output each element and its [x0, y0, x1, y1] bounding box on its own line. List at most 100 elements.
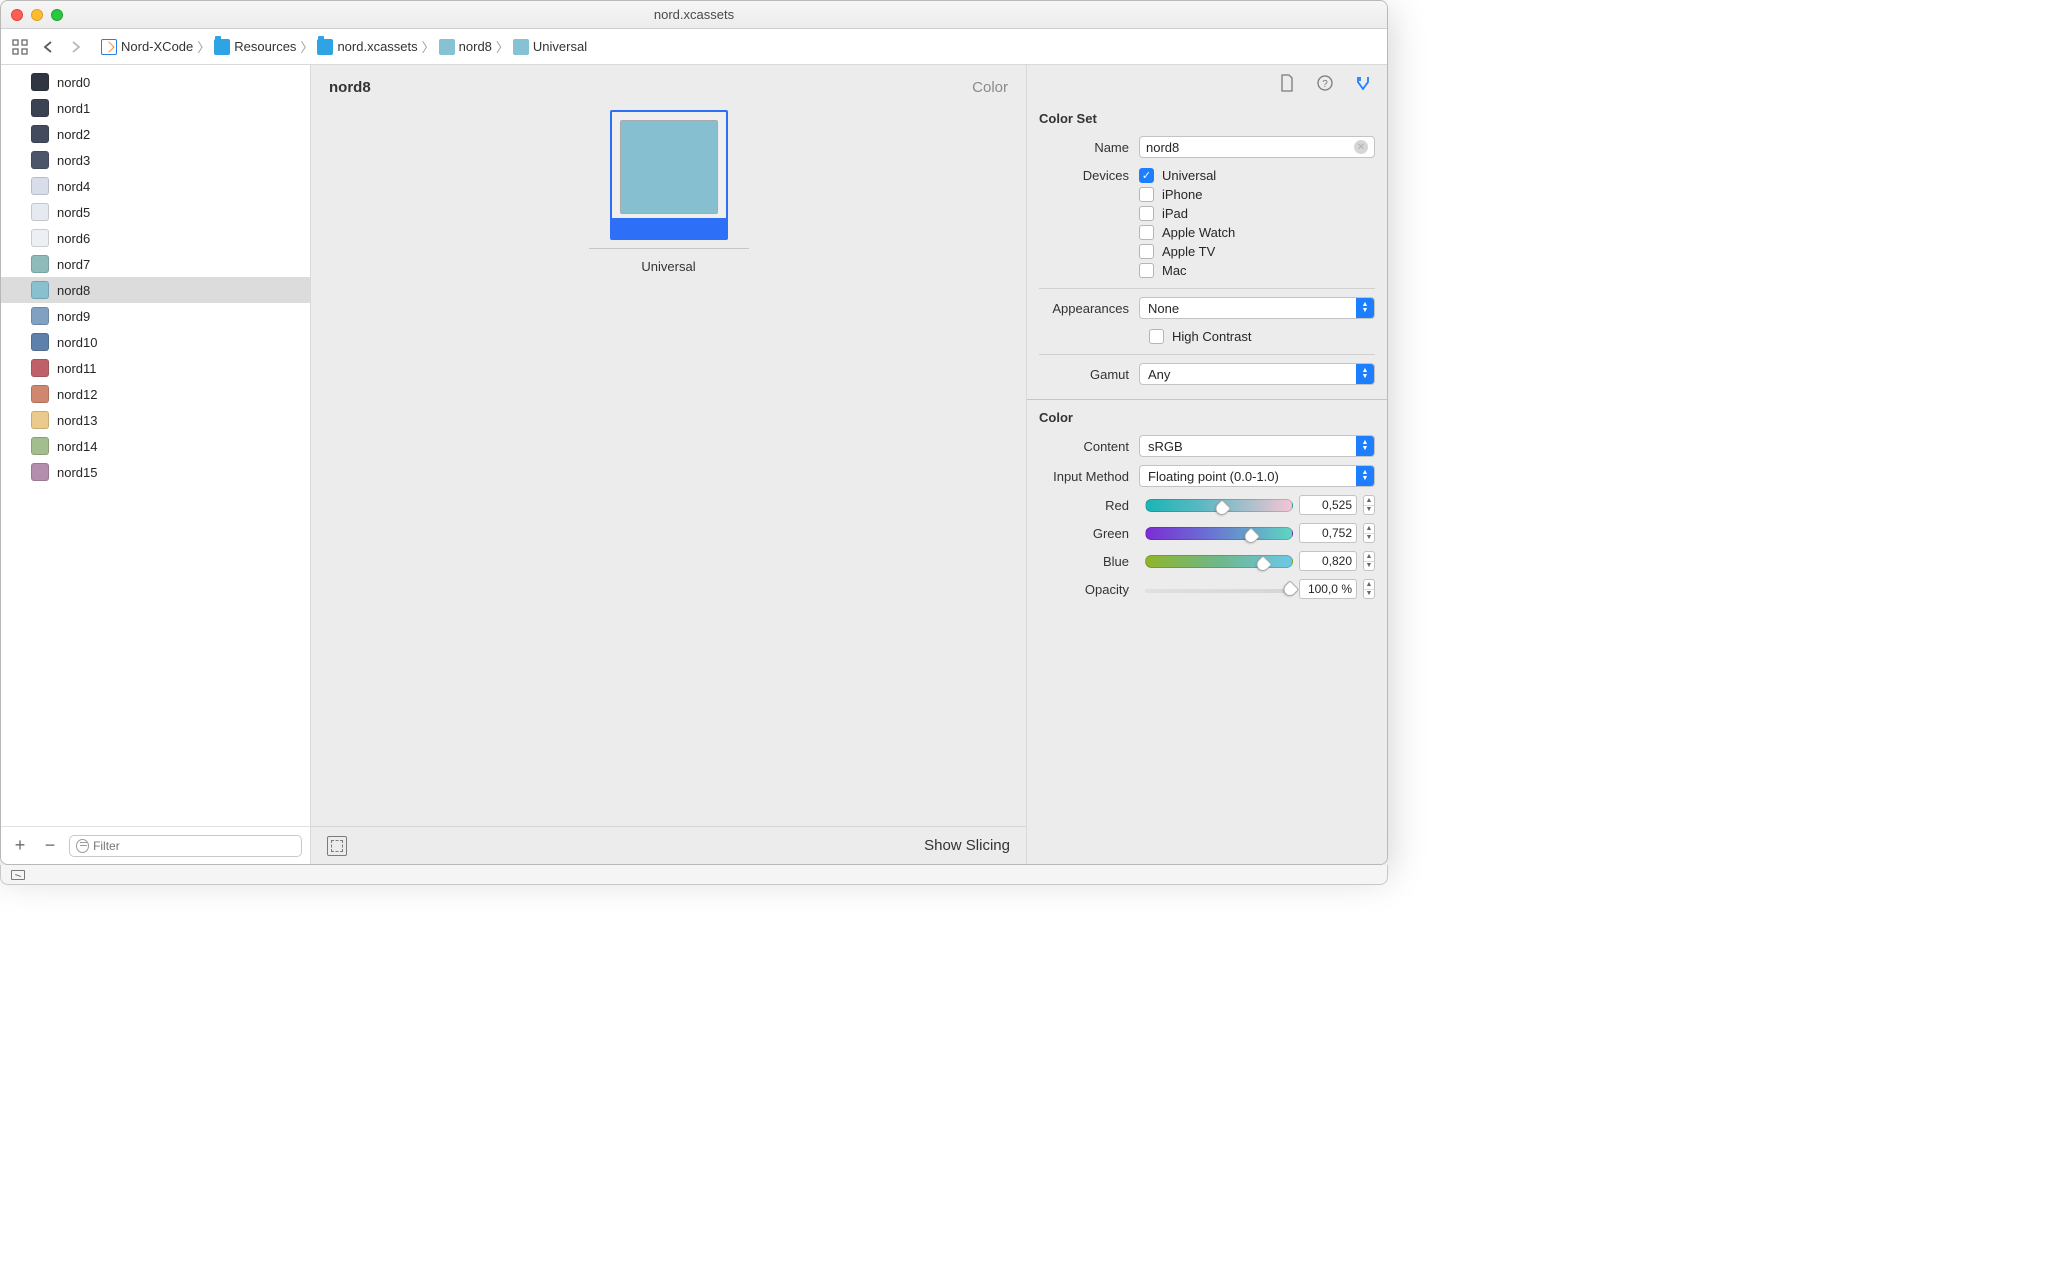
breadcrumb: Nord-XCode〉Resources〉nord.xcassets〉nord8…	[101, 37, 587, 56]
appearances-label: Appearances	[1039, 301, 1139, 316]
asset-row[interactable]: nord15	[1, 459, 310, 485]
asset-row[interactable]: nord13	[1, 407, 310, 433]
opacity-value-field[interactable]: 100,0 %	[1299, 579, 1357, 599]
color-well[interactable]	[610, 110, 728, 240]
input-method-label: Input Method	[1039, 469, 1139, 484]
opacity-stepper[interactable]: ▲▼	[1363, 579, 1375, 599]
asset-row[interactable]: nord0	[1, 69, 310, 95]
red-value-field[interactable]: 0,525	[1299, 495, 1357, 515]
color-swatch-icon	[31, 255, 49, 273]
breadcrumb-item[interactable]: Nord-XCode	[101, 39, 193, 55]
related-items-icon[interactable]	[9, 36, 31, 58]
device-checkbox[interactable]	[1139, 244, 1154, 259]
device-option: Apple Watch	[1139, 223, 1375, 242]
opacity-slider[interactable]	[1145, 589, 1293, 593]
asset-name: nord4	[57, 179, 90, 194]
device-checkbox[interactable]	[1139, 187, 1154, 202]
asset-row[interactable]: nord14	[1, 433, 310, 459]
asset-name: nord13	[57, 413, 97, 428]
asset-name: nord8	[57, 283, 90, 298]
content-select[interactable]: sRGB ▲▼	[1139, 435, 1375, 457]
asset-row[interactable]: nord7	[1, 251, 310, 277]
color-icon	[439, 39, 455, 55]
green-stepper[interactable]: ▲▼	[1363, 523, 1375, 543]
asset-name: nord7	[57, 257, 90, 272]
opacity-row: Opacity 100,0 % ▲▼	[1039, 579, 1375, 599]
color-swatch-icon	[31, 229, 49, 247]
device-label: Apple Watch	[1162, 225, 1235, 240]
high-contrast-label: High Contrast	[1172, 329, 1251, 344]
tray-toggle-icon	[11, 870, 25, 880]
asset-name: nord1	[57, 101, 90, 116]
svg-text:?: ?	[1322, 79, 1328, 90]
asset-row[interactable]: nord6	[1, 225, 310, 251]
gamut-select[interactable]: Any ▲▼	[1139, 363, 1375, 385]
asset-row[interactable]: nord3	[1, 147, 310, 173]
clear-name-icon[interactable]: ✕	[1354, 140, 1368, 154]
blue-stepper[interactable]: ▲▼	[1363, 551, 1375, 571]
color-swatch-icon	[31, 437, 49, 455]
show-slicing-button[interactable]: Show Slicing	[924, 837, 1010, 854]
canvas-kind: Color	[972, 79, 1008, 96]
asset-row[interactable]: nord2	[1, 121, 310, 147]
color-icon	[513, 39, 529, 55]
device-label: Apple TV	[1162, 244, 1215, 259]
breadcrumb-item[interactable]: nord.xcassets	[317, 39, 417, 55]
breadcrumb-item[interactable]: Resources	[214, 39, 296, 55]
asset-row[interactable]: nord8	[1, 277, 310, 303]
chevron-right-icon: 〉	[197, 37, 210, 56]
color-swatch-icon	[31, 385, 49, 403]
proj-icon	[101, 39, 117, 55]
filter-input[interactable]	[93, 839, 295, 853]
forward-button[interactable]	[65, 36, 87, 58]
content-label: Content	[1039, 439, 1139, 454]
color-swatch-preview	[620, 120, 718, 214]
color-swatch-icon	[31, 281, 49, 299]
asset-row[interactable]: nord10	[1, 329, 310, 355]
folder-icon	[214, 39, 230, 55]
back-button[interactable]	[37, 36, 59, 58]
remove-asset-button[interactable]: −	[39, 835, 61, 857]
device-checkbox[interactable]: ✓	[1139, 168, 1154, 183]
high-contrast-checkbox[interactable]	[1149, 329, 1164, 344]
appearances-select[interactable]: None ▲▼	[1139, 297, 1375, 319]
color-title: Color	[1039, 410, 1375, 425]
asset-row[interactable]: nord1	[1, 95, 310, 121]
slicing-icon[interactable]	[327, 836, 347, 856]
asset-row[interactable]: nord5	[1, 199, 310, 225]
asset-name: nord3	[57, 153, 90, 168]
red-stepper[interactable]: ▲▼	[1363, 495, 1375, 515]
blue-slider[interactable]	[1145, 555, 1293, 568]
color-swatch-icon	[31, 99, 49, 117]
help-inspector-icon[interactable]: ?	[1315, 73, 1335, 93]
device-checkbox[interactable]	[1139, 206, 1154, 221]
asset-row[interactable]: nord4	[1, 173, 310, 199]
canvas-title: nord8	[329, 79, 371, 96]
breadcrumb-item[interactable]: Universal	[513, 39, 587, 55]
add-asset-button[interactable]: +	[9, 835, 31, 857]
filter-field[interactable]	[69, 835, 302, 857]
asset-row[interactable]: nord9	[1, 303, 310, 329]
green-slider[interactable]	[1145, 527, 1293, 540]
file-inspector-icon[interactable]	[1277, 73, 1297, 93]
asset-row[interactable]: nord12	[1, 381, 310, 407]
debug-tray[interactable]	[0, 865, 1388, 885]
main-split: nord0 nord1 nord2 nord3 nord4 nord5nord6 nord7…	[1, 65, 1387, 864]
device-checkbox[interactable]	[1139, 263, 1154, 278]
name-field[interactable]: nord8 ✕	[1139, 136, 1375, 158]
color-swatch-icon	[31, 411, 49, 429]
device-checkbox[interactable]	[1139, 225, 1154, 240]
asset-name: nord0	[57, 75, 90, 90]
color-swatch-icon	[31, 333, 49, 351]
breadcrumb-item[interactable]: nord8	[439, 39, 492, 55]
device-option: iPad	[1139, 204, 1375, 223]
red-slider[interactable]	[1145, 499, 1293, 512]
asset-row[interactable]: nord11	[1, 355, 310, 381]
green-value-field[interactable]: 0,752	[1299, 523, 1357, 543]
attributes-inspector-icon[interactable]	[1353, 73, 1373, 93]
input-method-select[interactable]: Floating point (0.0-1.0) ▲▼	[1139, 465, 1375, 487]
xcode-window: nord.xcassets Nord-XCode〉Resources〉nord.…	[0, 0, 1388, 865]
devices-label: Devices	[1039, 166, 1139, 183]
color-well-group: Universal	[589, 110, 749, 826]
blue-value-field[interactable]: 0,820	[1299, 551, 1357, 571]
